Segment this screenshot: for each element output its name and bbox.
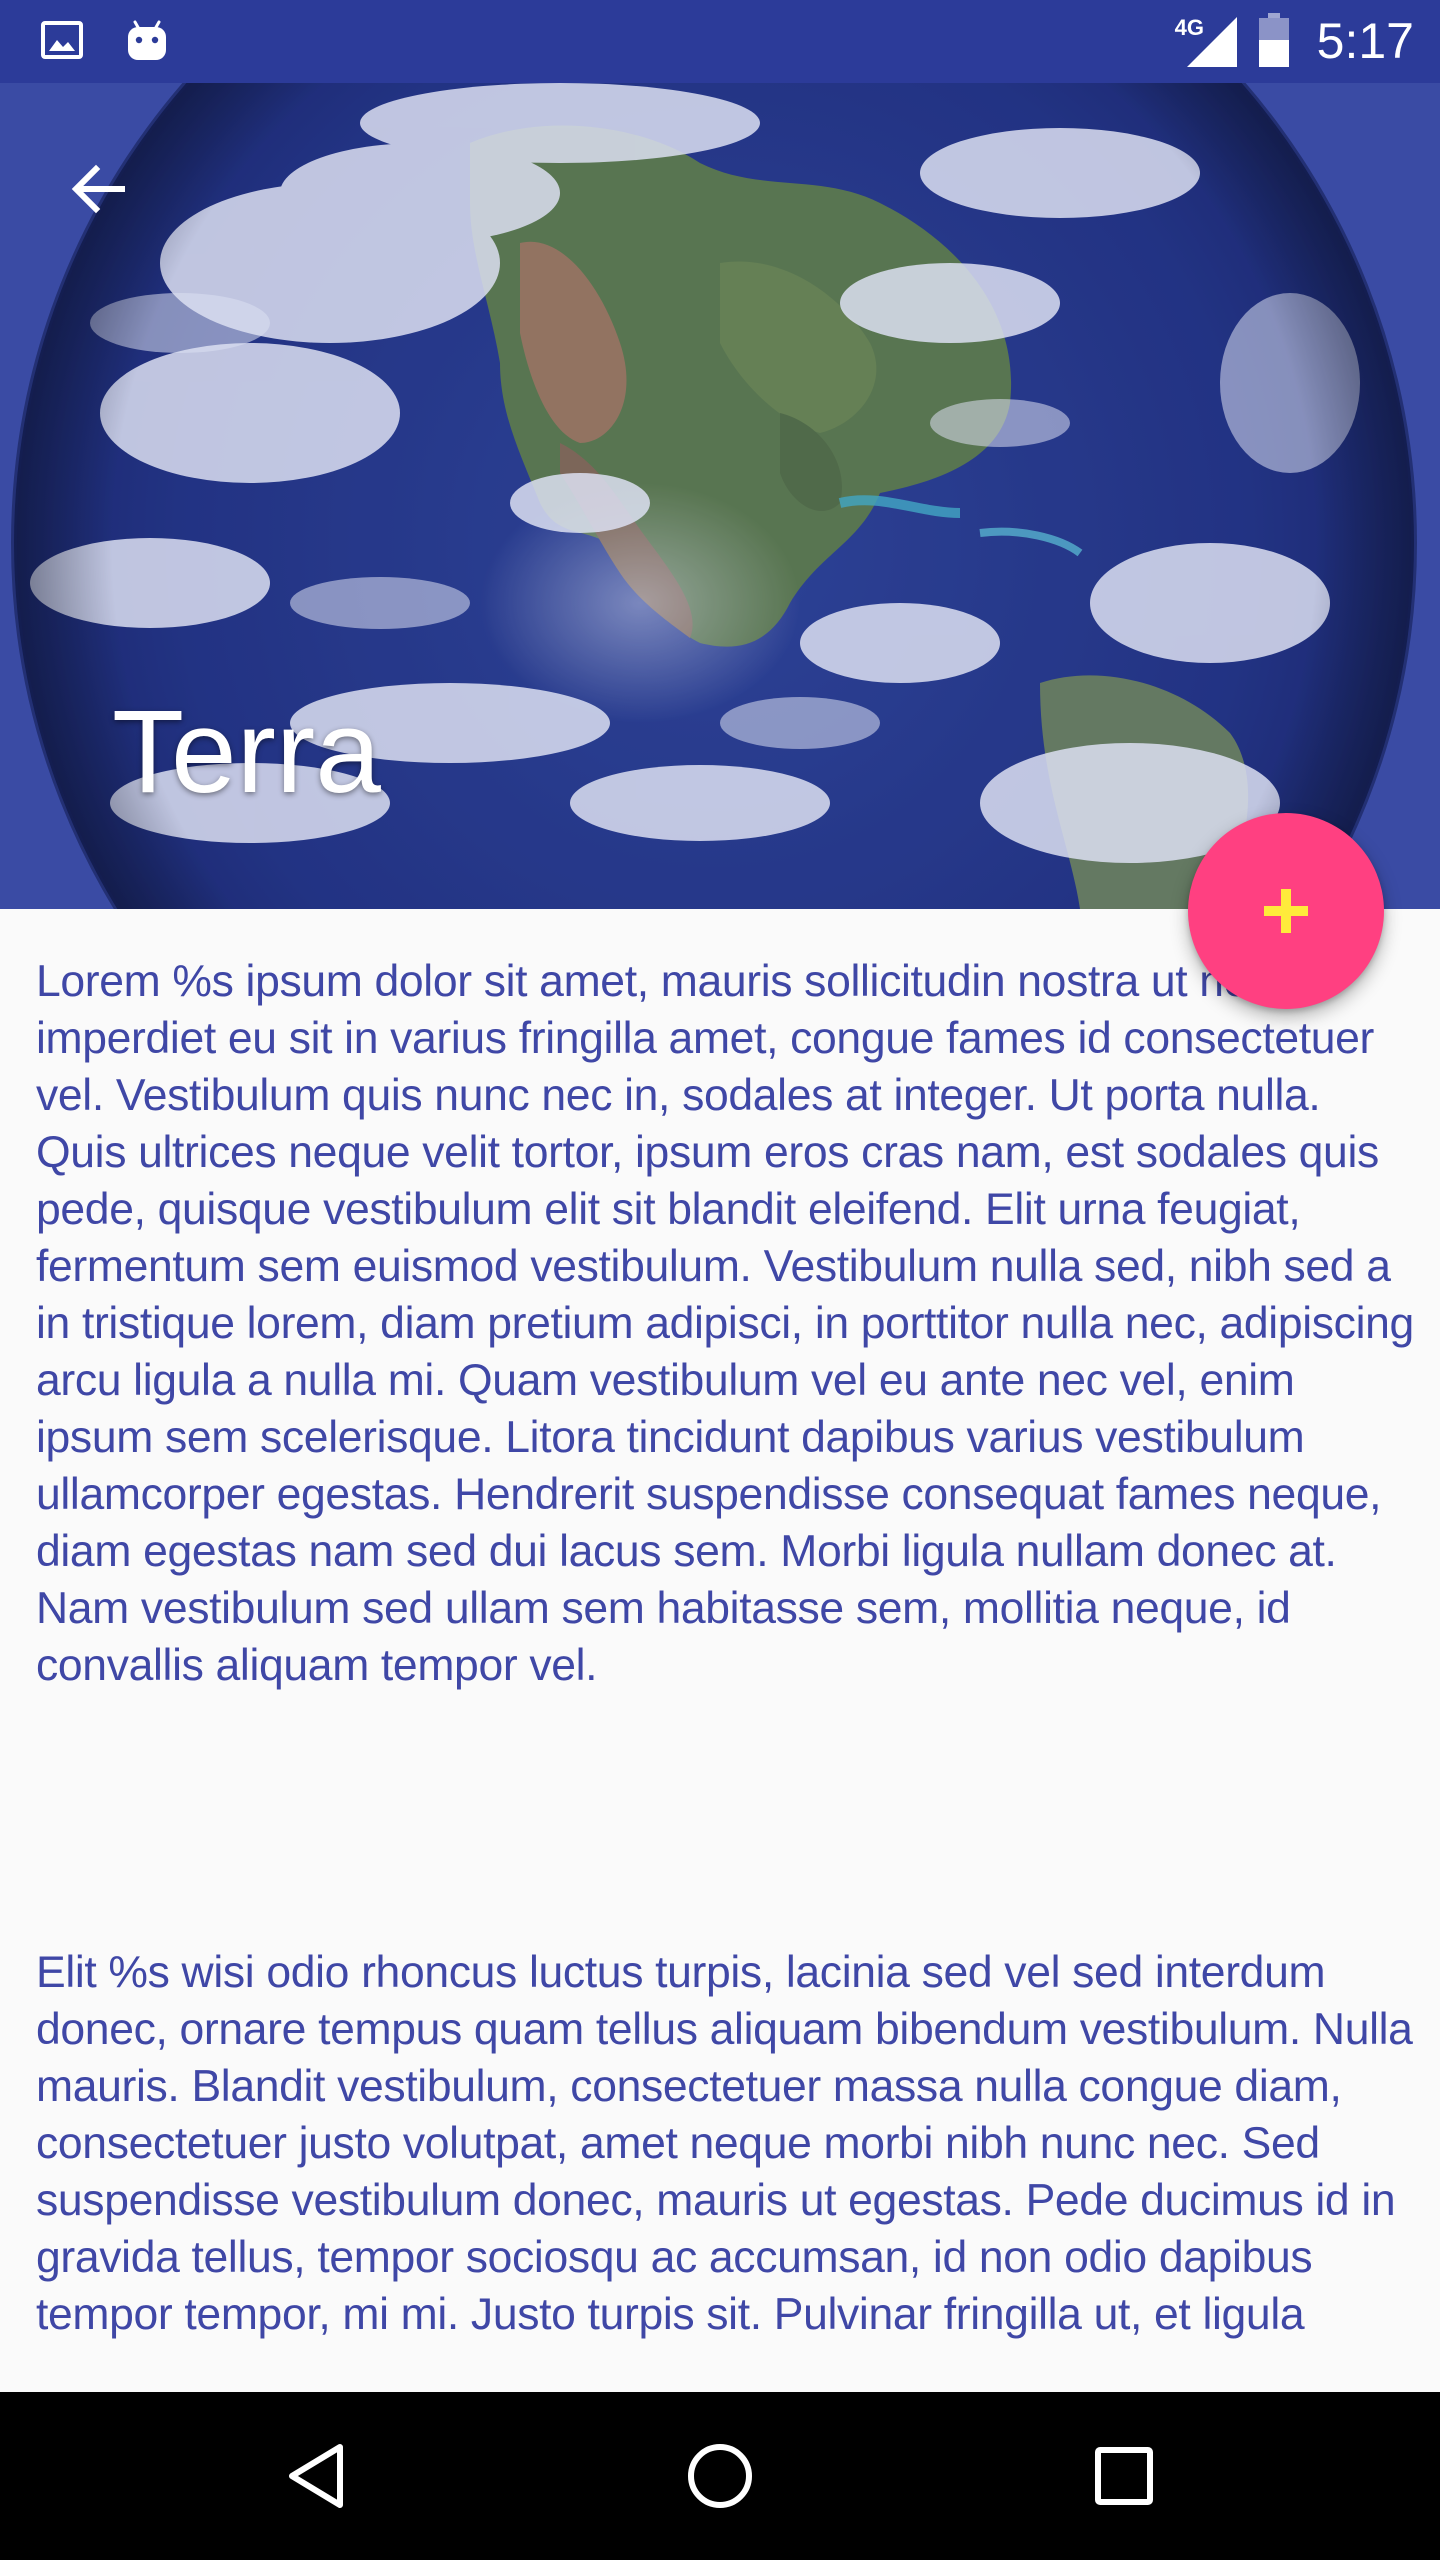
back-button[interactable]	[48, 139, 148, 239]
page-title: Terra	[112, 686, 381, 818]
navigation-bar	[0, 2392, 1440, 2560]
signal-icon	[1186, 16, 1237, 67]
add-fab-button[interactable]	[1188, 813, 1384, 1009]
nav-back-button[interactable]	[266, 2426, 366, 2526]
android-icon	[124, 18, 170, 68]
content-scroll-area[interactable]: Lorem %s ipsum dolor sit amet, mauris so…	[0, 909, 1440, 2392]
nav-back-icon	[289, 2444, 343, 2508]
nav-recents-button[interactable]	[1074, 2426, 1174, 2526]
nav-home-button[interactable]	[670, 2426, 770, 2526]
arrow-back-icon	[71, 164, 125, 214]
body-paragraph: Lorem %s ipsum dolor sit amet, mauris so…	[36, 957, 1414, 1690]
gallery-icon	[40, 18, 84, 66]
battery-icon	[1258, 12, 1289, 71]
status-clock: 5:17	[1316, 13, 1414, 69]
body-paragraph: Elit %s wisi odio rhoncus luctus turpis,…	[36, 1948, 1413, 2339]
nav-recents-icon	[1095, 2447, 1153, 2505]
nav-home-icon	[688, 2444, 752, 2508]
status-bar: 4G 5:17	[0, 0, 1440, 83]
plus-icon	[1264, 889, 1308, 933]
app-header: Terra	[0, 83, 1440, 909]
